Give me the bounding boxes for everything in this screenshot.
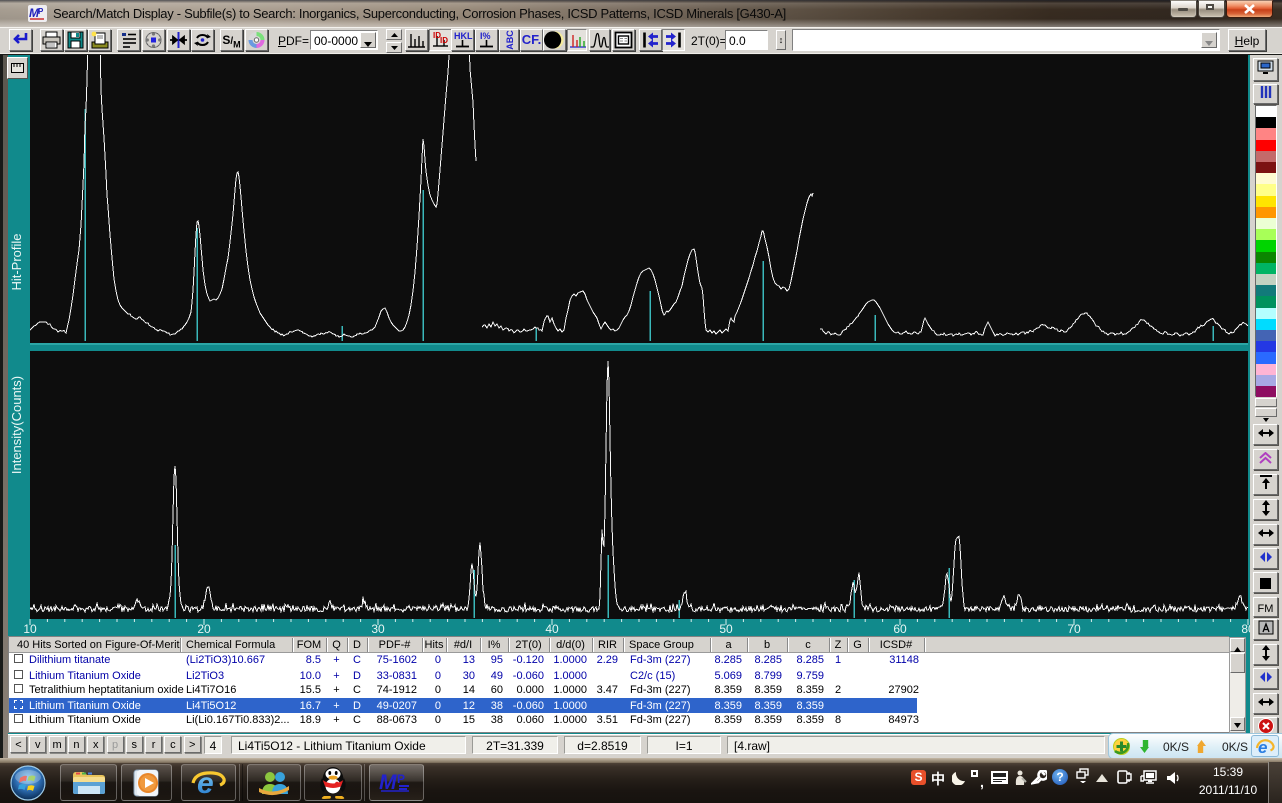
svg-text:HKL: HKL bbox=[454, 31, 473, 41]
svg-text:P: P bbox=[397, 772, 405, 786]
svg-text:ID: ID bbox=[440, 36, 448, 45]
svg-text:I%: I% bbox=[480, 31, 491, 41]
svg-text:P: P bbox=[38, 7, 44, 16]
